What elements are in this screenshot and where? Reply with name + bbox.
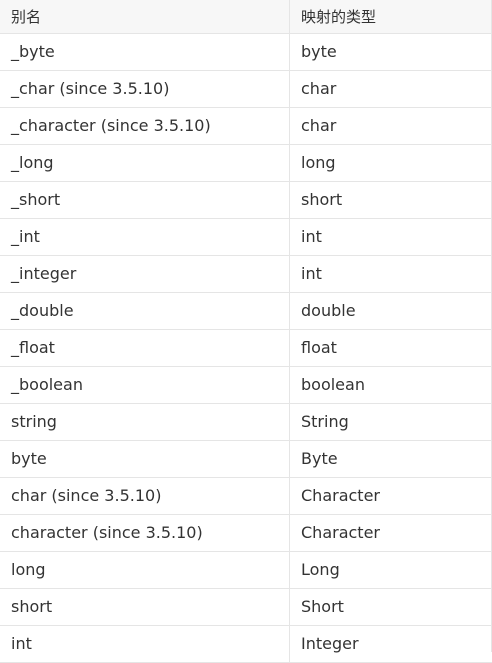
mapped-type-cell: String	[301, 412, 349, 431]
table-row: _integer int	[0, 256, 492, 293]
table-header-row: 别名 映射的类型	[0, 0, 492, 34]
table-row: short Short	[0, 589, 492, 626]
alias-cell: _float	[0, 330, 290, 366]
mapped-type-cell: boolean	[301, 375, 365, 394]
table-row: char (since 3.5.10) Character	[0, 478, 492, 515]
alias-cell: _byte	[0, 34, 290, 70]
table-row: _character (since 3.5.10) char	[0, 108, 492, 145]
alias-type-table: 别名 映射的类型 _byte byte _char (since 3.5.10)…	[0, 0, 492, 663]
mapped-type-cell: Character	[301, 486, 380, 505]
mapped-type-cell: Short	[301, 597, 344, 616]
table-row: _long long	[0, 145, 492, 182]
alias-cell: _char (since 3.5.10)	[0, 71, 290, 107]
alias-cell: _int	[0, 219, 290, 255]
table-row: _double double	[0, 293, 492, 330]
alias-cell: char (since 3.5.10)	[0, 478, 290, 514]
mapped-type-cell: long	[301, 153, 336, 172]
mapped-type-cell: int	[301, 227, 322, 246]
mapped-type-cell: char	[301, 116, 337, 135]
alias-cell: long	[0, 552, 290, 588]
alias-cell: int	[0, 626, 290, 662]
alias-cell: _short	[0, 182, 290, 218]
alias-cell: _character (since 3.5.10)	[0, 108, 290, 144]
alias-cell: _double	[0, 293, 290, 329]
table-row: _byte byte	[0, 34, 492, 71]
table-row: byte Byte	[0, 441, 492, 478]
mapped-type-cell: double	[301, 301, 356, 320]
alias-cell: _boolean	[0, 367, 290, 403]
table-row: int Integer	[0, 626, 492, 663]
mapped-type-cell: Byte	[301, 449, 338, 468]
table-row: _float float	[0, 330, 492, 367]
column-header-mapped-type: 映射的类型	[301, 7, 377, 26]
alias-cell: byte	[0, 441, 290, 477]
table-row: _char (since 3.5.10) char	[0, 71, 492, 108]
mapped-type-cell: Character	[301, 523, 380, 542]
mapped-type-cell: char	[301, 79, 337, 98]
mapped-type-cell: short	[301, 190, 343, 209]
alias-cell: _integer	[0, 256, 290, 292]
mapped-type-cell: Integer	[301, 634, 359, 653]
column-header-alias: 别名	[0, 0, 290, 33]
mapped-type-cell: int	[301, 264, 322, 283]
alias-cell: string	[0, 404, 290, 440]
mapped-type-cell: Long	[301, 560, 340, 579]
mapped-type-cell: byte	[301, 42, 337, 61]
mapped-type-cell: float	[301, 338, 337, 357]
alias-cell: short	[0, 589, 290, 625]
alias-cell: _long	[0, 145, 290, 181]
table-row: long Long	[0, 552, 492, 589]
table-row: string String	[0, 404, 492, 441]
table-row: _int int	[0, 219, 492, 256]
table-row: _boolean boolean	[0, 367, 492, 404]
table-row: character (since 3.5.10) Character	[0, 515, 492, 552]
alias-cell: character (since 3.5.10)	[0, 515, 290, 551]
table-row: _short short	[0, 182, 492, 219]
